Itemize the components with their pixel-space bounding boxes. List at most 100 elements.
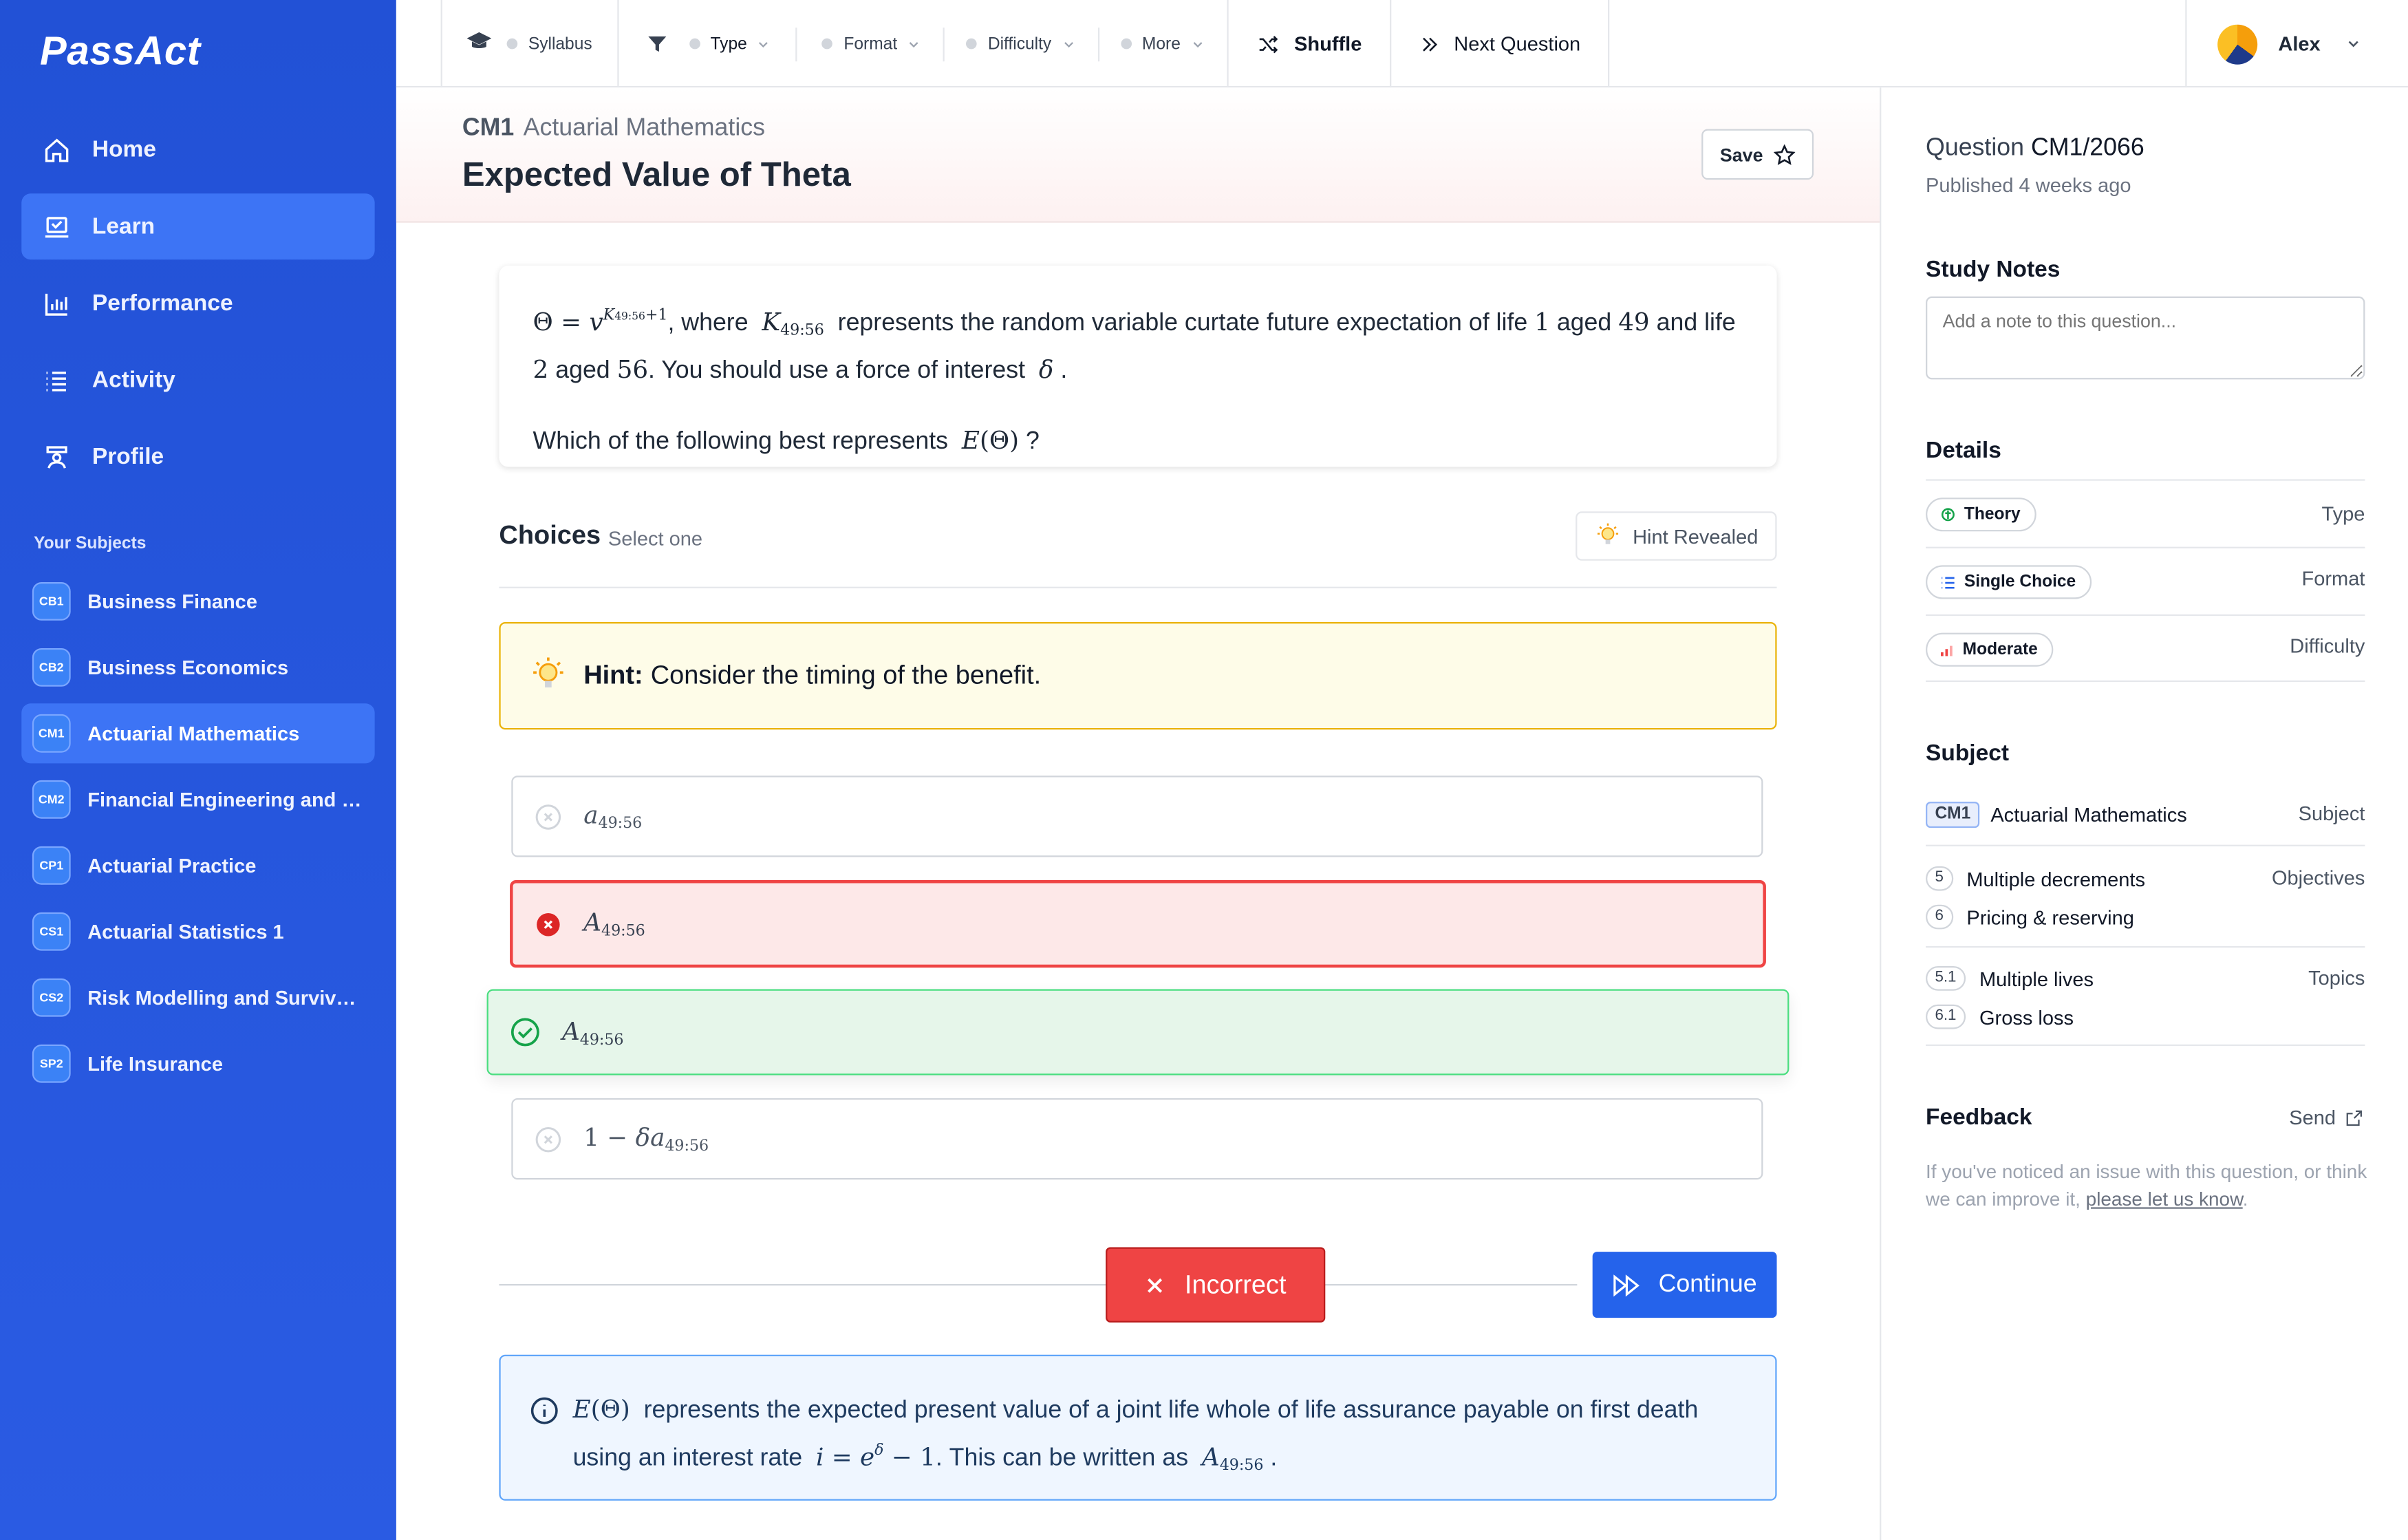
- subject-item-cb2[interactable]: CB2 Business Economics: [21, 637, 374, 697]
- objective-label: Multiple decrements: [1966, 867, 2145, 890]
- study-notes-input[interactable]: [1926, 296, 2365, 380]
- filter-bar: Syllabus Type Format Difficulty More Shu…: [440, 0, 1610, 88]
- nav-item-label: Performance: [92, 290, 233, 317]
- subject-item-cs1[interactable]: CS1 Actuarial Statistics 1: [21, 901, 374, 961]
- hint-label: Hint:: [583, 660, 643, 690]
- main-nav: Home Learn Performance Activity Profile: [21, 117, 375, 501]
- double-chevron-right-icon: [1419, 33, 1440, 54]
- subject-badge: CS2: [32, 978, 71, 1017]
- filter-icon: [646, 33, 667, 54]
- detail-label: Subject: [2298, 802, 2365, 825]
- sidebar: PassAct Home Learn Performance Activity …: [0, 0, 396, 1540]
- next-question-button[interactable]: Next Question: [1389, 0, 1610, 88]
- detail-row-type: Theory Type: [1926, 479, 2365, 546]
- explanation-text: . This can be written as: [935, 1445, 1189, 1472]
- subject-label: Financial Engineering and L...: [87, 788, 365, 811]
- subjects-heading: Your Subjects: [34, 534, 147, 553]
- feedback-link[interactable]: please let us know: [2086, 1189, 2243, 1210]
- details-heading: Details: [1926, 438, 2001, 464]
- subject-label: Risk Modelling and Survival...: [87, 986, 365, 1009]
- subject-label: Life Insurance: [87, 1051, 223, 1076]
- question-ask: Which of the following best represents E…: [533, 425, 1040, 455]
- avatar: [2217, 23, 2257, 64]
- filter-format[interactable]: Format: [797, 0, 943, 87]
- subjects-list: CB1 Business Finance CB2 Business Economic…: [21, 571, 375, 1100]
- type-pill[interactable]: Theory: [1926, 498, 2036, 532]
- filter-dot: [506, 38, 518, 50]
- format-pill[interactable]: Single Choice: [1926, 565, 2092, 599]
- filter-syllabus[interactable]: Syllabus: [442, 0, 617, 87]
- shuffle-icon: [1256, 33, 1280, 54]
- objective-num: 5: [1926, 866, 1953, 891]
- nav-item-profile[interactable]: Profile: [21, 424, 374, 490]
- filter-type[interactable]: Type: [616, 0, 771, 88]
- subject-item-cm1[interactable]: CM1 Actuarial Mathematics: [21, 703, 375, 764]
- detail-label: Topics: [2308, 965, 2365, 990]
- feedback-send-button[interactable]: Send: [2289, 1106, 2363, 1129]
- question-part: aged: [555, 357, 610, 384]
- shuffle-button[interactable]: Shuffle: [1226, 0, 1390, 88]
- lightbulb-icon: [528, 656, 568, 696]
- choice-math: a49:56: [583, 800, 643, 833]
- nav-item-home[interactable]: Home: [21, 117, 374, 183]
- subject-name: Actuarial Mathematics: [1990, 803, 2187, 826]
- external-link-icon: [2345, 1108, 2363, 1126]
- info-icon: [530, 1396, 559, 1425]
- chevron-down-icon: [1190, 36, 1205, 51]
- subject-item-cp1[interactable]: CP1 Actuarial Practice: [21, 835, 374, 895]
- subject-item-cb1[interactable]: CB1 Business Finance: [21, 571, 374, 631]
- difficulty-pill[interactable]: Moderate: [1926, 632, 2054, 667]
- pill-label: Theory: [1964, 505, 2021, 524]
- subject-item-cm2[interactable]: CM2 Financial Engineering and L...: [21, 769, 374, 829]
- feedback-text: If you've noticed an issue with this que…: [1926, 1158, 2371, 1213]
- objective-item[interactable]: 5 Multiple decrements: [1926, 866, 2145, 891]
- choice-option-a[interactable]: a49:56: [511, 776, 1763, 857]
- subject-item-sp2[interactable]: SP2 Life Insurance: [21, 1034, 374, 1093]
- filter-more[interactable]: More: [1099, 0, 1226, 87]
- choice-option-c-correct[interactable]: A49:56: [486, 989, 1789, 1076]
- feedback-end: .: [2242, 1188, 2248, 1210]
- continue-button[interactable]: Continue: [1592, 1252, 1777, 1318]
- nav-item-performance[interactable]: Performance: [21, 270, 374, 336]
- question-id: Question CM1/2066: [1926, 135, 2144, 162]
- home-icon: [43, 136, 70, 164]
- objective-item[interactable]: 6 Pricing & reserving: [1926, 904, 2134, 930]
- choice-math: A49:56: [583, 908, 645, 941]
- subject-item-cs2[interactable]: CS2 Risk Modelling and Survival...: [21, 967, 374, 1027]
- objective-label: Pricing & reserving: [1966, 905, 2134, 929]
- filter-spacer: [771, 0, 796, 87]
- subject-label: Actuarial Practice: [87, 854, 257, 877]
- feedback-heading: Feedback: [1926, 1104, 2032, 1131]
- filter-dot: [966, 38, 978, 50]
- explanation-box: E(Θ) represents the expected present val…: [499, 1354, 1777, 1501]
- subject-value[interactable]: CM1 Actuarial Mathematics: [1926, 802, 2187, 828]
- filter-difficulty[interactable]: Difficulty: [945, 0, 1097, 87]
- nav-item-learn[interactable]: Learn: [21, 193, 375, 260]
- hint-revealed-label: Hint Revealed: [1633, 524, 1759, 548]
- topic-item[interactable]: 6.1 Gross loss: [1926, 1004, 2074, 1029]
- topic-num: 5.1: [1926, 965, 1966, 991]
- breadcrumb: CM1 Actuarial Mathematics: [462, 115, 765, 142]
- objectives-row: 5 Multiple decrements 6 Pricing & reservin…: [1926, 846, 2365, 948]
- topic-label: Gross loss: [1979, 1005, 2074, 1029]
- topic-item[interactable]: 5.1 Multiple lives: [1926, 965, 2094, 991]
- choice-option-d[interactable]: 1 − δa49:56: [511, 1098, 1763, 1180]
- question-text: Θ = vK49:56+1, where K49:56 represents t…: [533, 307, 1736, 384]
- question-part: ?: [1026, 428, 1040, 455]
- app-logo[interactable]: PassAct: [40, 28, 201, 75]
- explain-math: A49:56: [1201, 1442, 1264, 1475]
- study-notes-heading: Study Notes: [1926, 256, 2061, 283]
- topic-label: Multiple lives: [1979, 967, 2094, 990]
- choices-header: Choices Select one Hint Revealed: [499, 511, 1777, 588]
- hint-revealed-button[interactable]: Hint Revealed: [1576, 511, 1777, 561]
- result-divider: [499, 1284, 1578, 1286]
- breadcrumb-subject: Actuarial Mathematics: [523, 115, 765, 142]
- user-menu[interactable]: Alex: [2184, 0, 2362, 88]
- nav-item-activity[interactable]: Activity: [21, 347, 374, 413]
- detail-row-format: Single Choice Format: [1926, 546, 2365, 614]
- save-button[interactable]: Save: [1701, 129, 1814, 180]
- question-id-value: CM1/2066: [2030, 135, 2144, 162]
- pill-label: Moderate: [1962, 640, 2038, 659]
- graduation-cap-icon: [466, 31, 492, 57]
- choice-option-b-selected-wrong[interactable]: A49:56: [510, 879, 1766, 968]
